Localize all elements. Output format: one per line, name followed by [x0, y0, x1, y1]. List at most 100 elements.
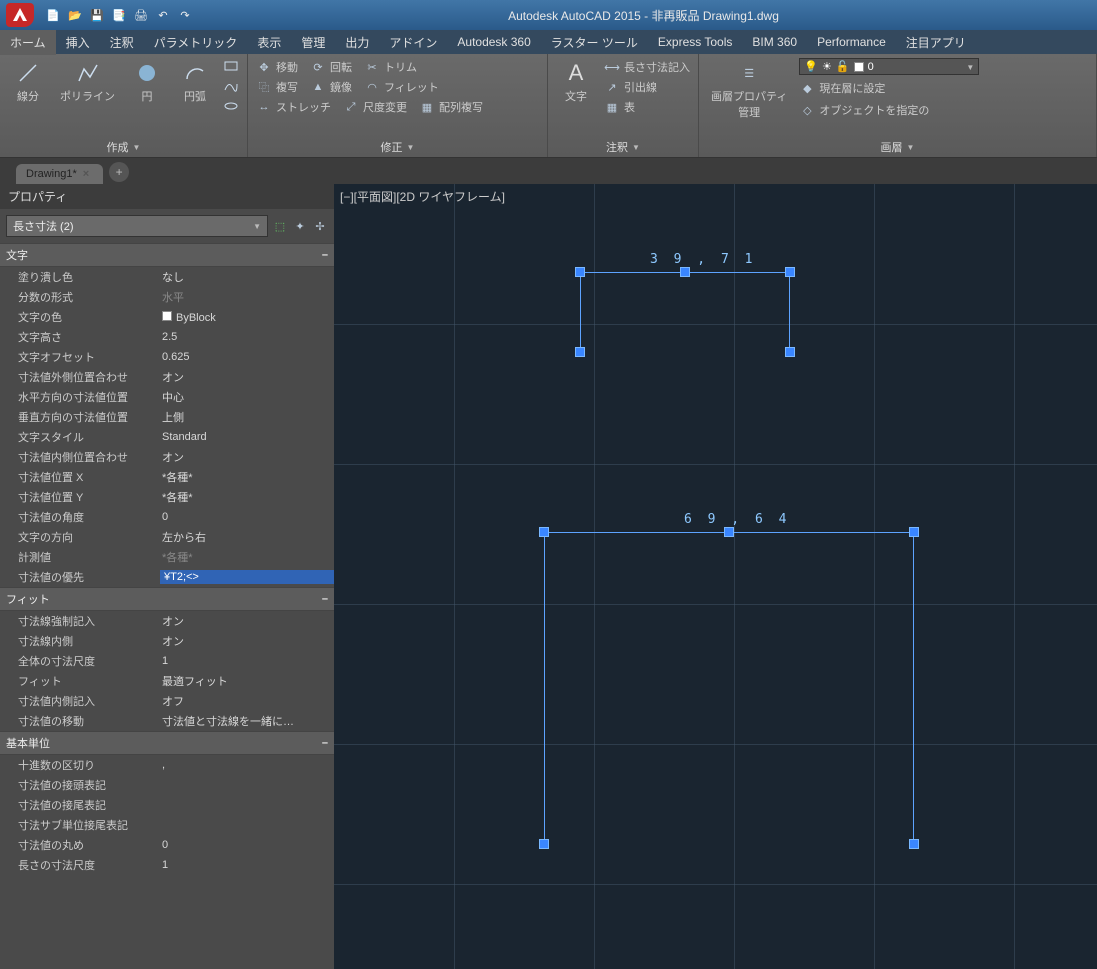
scale-button[interactable]: ⤢尺度変更	[343, 98, 407, 116]
prop-value[interactable]: 寸法値と寸法線を一緒に…	[160, 713, 334, 729]
tab-a360[interactable]: Autodesk 360	[447, 31, 540, 53]
prop-row[interactable]: 寸法線内側オン	[0, 631, 334, 651]
app-logo[interactable]	[6, 3, 34, 27]
expand-icon[interactable]	[407, 141, 415, 153]
mirror-button[interactable]: ▲鏡像	[310, 78, 352, 96]
prop-row[interactable]: 塗り潰し色なし	[0, 267, 334, 287]
viewport[interactable]: [−][平面図][2D ワイヤフレーム] 3 9 , 7 1 6 9	[334, 184, 1097, 969]
prop-value[interactable]: 中心	[160, 389, 334, 405]
redo-icon[interactable]: ↷	[176, 6, 194, 24]
prop-value[interactable]: オン	[160, 633, 334, 649]
move-button[interactable]: ✥移動	[256, 58, 298, 76]
layer-properties-button[interactable]: ☰画層プロパティ 管理	[707, 58, 791, 122]
stretch-button[interactable]: ↔ストレッチ	[256, 98, 331, 116]
tab-express[interactable]: Express Tools	[648, 31, 742, 53]
prop-section-fit[interactable]: フィット–	[0, 587, 334, 611]
expand-icon[interactable]	[133, 141, 141, 153]
text-button[interactable]: A文字	[556, 58, 596, 106]
prop-value[interactable]: ,	[160, 759, 334, 771]
prop-value[interactable]: 上側	[160, 409, 334, 425]
make-current-button[interactable]: ◆現在層に設定	[799, 79, 979, 97]
prop-row[interactable]: 計測値*各種*	[0, 547, 334, 567]
prop-value[interactable]: 1	[160, 655, 334, 667]
leader-button[interactable]: ↗引出線	[604, 78, 690, 96]
prop-value[interactable]: Standard	[160, 431, 334, 443]
new-icon[interactable]: 📄	[44, 6, 62, 24]
prop-value[interactable]: 1	[160, 859, 334, 871]
tab-performance[interactable]: Performance	[807, 31, 896, 53]
copy-button[interactable]: ⿻複写	[256, 78, 298, 96]
dimension-large[interactable]: 6 9 , 6 4	[544, 522, 914, 844]
prop-section-text[interactable]: 文字–	[0, 243, 334, 267]
prop-row[interactable]: 長さの寸法尺度1	[0, 855, 334, 875]
save-icon[interactable]: 💾	[88, 6, 106, 24]
tab-raster[interactable]: ラスター ツール	[541, 30, 648, 55]
prop-section-units[interactable]: 基本単位–	[0, 731, 334, 755]
expand-icon[interactable]	[907, 141, 915, 153]
prop-row[interactable]: 寸法値の移動寸法値と寸法線を一緒に…	[0, 711, 334, 731]
close-tab-icon[interactable]: ×	[83, 168, 89, 180]
tab-home[interactable]: ホーム	[0, 30, 56, 55]
spline-icon[interactable]	[223, 78, 239, 94]
tab-bim360[interactable]: BIM 360	[742, 31, 807, 53]
prop-row[interactable]: 十進数の区切り,	[0, 755, 334, 775]
quickselect-icon[interactable]: ⬚	[272, 218, 288, 234]
undo-icon[interactable]: ↶	[154, 6, 172, 24]
prop-value[interactable]: *各種*	[160, 549, 334, 565]
tab-insert[interactable]: 挿入	[56, 30, 100, 55]
line-button[interactable]: 線分	[8, 58, 48, 106]
prop-value[interactable]: 0	[160, 839, 334, 851]
match-layer-button[interactable]: ◇オブジェクトを指定の	[799, 101, 979, 119]
prop-row[interactable]: 寸法値位置 Y*各種*	[0, 487, 334, 507]
prop-row[interactable]: 寸法サブ単位接尾表記	[0, 815, 334, 835]
rectangle-icon[interactable]	[223, 58, 239, 74]
tab-manage[interactable]: 管理	[291, 30, 335, 55]
prop-row[interactable]: 寸法値内側記入オフ	[0, 691, 334, 711]
prop-row[interactable]: 全体の寸法尺度1	[0, 651, 334, 671]
prop-value[interactable]: 水平	[160, 289, 334, 305]
prop-value[interactable]: オフ	[160, 693, 334, 709]
prop-value[interactable]: ByBlock	[160, 311, 334, 324]
prop-value[interactable]: 最適フィット	[160, 673, 334, 689]
new-tab-button[interactable]: +	[109, 162, 129, 182]
arc-button[interactable]: 円弧	[175, 58, 215, 106]
prop-value[interactable]: オン	[160, 613, 334, 629]
prop-row[interactable]: 寸法線強制記入オン	[0, 611, 334, 631]
tab-annotate[interactable]: 注釈	[100, 30, 144, 55]
prop-row[interactable]: フィット最適フィット	[0, 671, 334, 691]
print-icon[interactable]: 🖨	[132, 6, 150, 24]
prop-row[interactable]: 寸法値の丸め0	[0, 835, 334, 855]
prop-row[interactable]: 文字高さ2.5	[0, 327, 334, 347]
prop-value[interactable]: ¥T2;<>	[160, 570, 334, 584]
prop-value[interactable]: なし	[160, 269, 334, 285]
rotate-button[interactable]: ⟳回転	[310, 58, 352, 76]
prop-row[interactable]: 文字スタイルStandard	[0, 427, 334, 447]
prop-row[interactable]: 寸法値の接頭表記	[0, 775, 334, 795]
polyline-button[interactable]: ポリライン	[56, 58, 119, 106]
ellipse-icon[interactable]	[223, 98, 239, 114]
tab-parametric[interactable]: パラメトリック	[144, 30, 248, 55]
trim-button[interactable]: ✂トリム	[364, 58, 417, 76]
prop-value[interactable]: 0	[160, 511, 334, 523]
prop-value[interactable]: 0.625	[160, 351, 334, 363]
prop-row[interactable]: 寸法値の優先¥T2;<>	[0, 567, 334, 587]
saveas-icon[interactable]: 📑	[110, 6, 128, 24]
tab-featured[interactable]: 注目アプリ	[896, 30, 976, 55]
prop-row[interactable]: 文字オフセット0.625	[0, 347, 334, 367]
fillet-button[interactable]: ◠フィレット	[364, 78, 439, 96]
table-button[interactable]: ▦表	[604, 98, 690, 116]
prop-row[interactable]: 寸法値の角度0	[0, 507, 334, 527]
prop-value[interactable]: オン	[160, 449, 334, 465]
file-tab[interactable]: Drawing1*×	[16, 164, 103, 184]
open-icon[interactable]: 📂	[66, 6, 84, 24]
prop-row[interactable]: 分数の形式水平	[0, 287, 334, 307]
prop-value[interactable]: *各種*	[160, 469, 334, 485]
prop-value[interactable]: 2.5	[160, 331, 334, 343]
prop-row[interactable]: 垂直方向の寸法値位置上側	[0, 407, 334, 427]
expand-icon[interactable]	[632, 141, 640, 153]
prop-row[interactable]: 寸法値外側位置合わせオン	[0, 367, 334, 387]
tab-view[interactable]: 表示	[247, 30, 291, 55]
dimension-small[interactable]: 3 9 , 7 1	[580, 262, 790, 352]
selectobjects-icon[interactable]: ✢	[312, 218, 328, 234]
prop-row[interactable]: 寸法値位置 X*各種*	[0, 467, 334, 487]
